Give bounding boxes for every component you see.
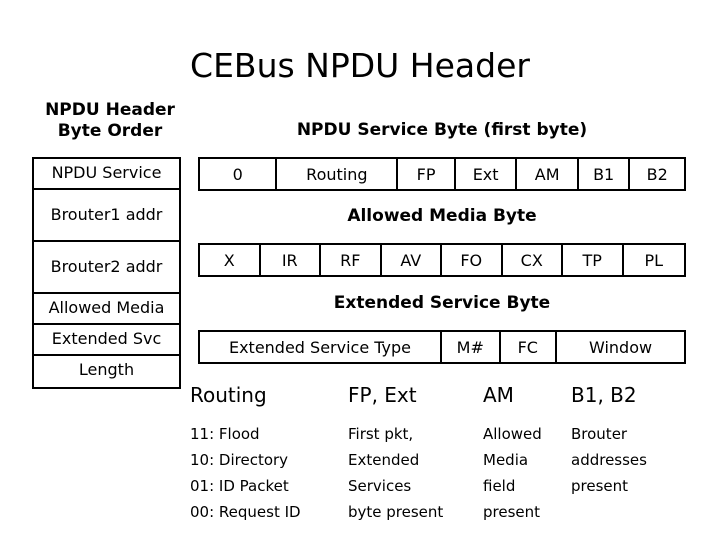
service-field-b1: B1	[579, 159, 631, 189]
legend-line: Extended	[348, 451, 420, 469]
legend-column-routing: Routing 11: Flood 10: Directory 01: ID P…	[190, 383, 348, 525]
extended-service-byte-title: Extended Service Byte	[333, 293, 551, 313]
ext-field-window: Window	[588, 337, 653, 357]
stack-cell-npdu-service: NPDU Service	[34, 159, 179, 190]
service-field-routing: Routing	[277, 159, 399, 189]
legend-head-b1-b2: B1, B2	[571, 383, 637, 407]
stack-cell-allowed-media: Allowed Media	[34, 294, 179, 325]
service-field-b2: B2	[646, 164, 668, 184]
legend-line: field	[483, 477, 516, 495]
service-field-fp: FP	[398, 159, 456, 189]
page-title: CEBus NPDU Header	[190, 46, 530, 85]
service-byte-row: 0 Routing FP Ext AM B1 B2	[198, 157, 686, 191]
media-field-cx: CX	[503, 245, 563, 275]
legend-line: 00: Request ID	[190, 503, 301, 521]
legend-line: present	[571, 477, 629, 495]
ext-field-type: Extended Service Type	[200, 332, 442, 362]
media-field-x: X	[200, 245, 261, 275]
stack-cell-length: Length	[34, 356, 179, 387]
legend-line: addresses	[571, 451, 647, 469]
byte-order-stack: NPDU Service Brouter1 addr Brouter2 addr…	[32, 157, 181, 389]
service-byte-title: NPDU Service Byte (first byte)	[296, 120, 588, 140]
legend-column-am: AM Allowed Media field present	[483, 383, 571, 525]
media-field-tp: TP	[563, 245, 624, 275]
media-field-pl: PL	[644, 250, 664, 270]
legend-head-routing: Routing	[190, 383, 267, 407]
service-field-am: AM	[517, 159, 579, 189]
legend-line: 10: Directory	[190, 451, 289, 469]
legend-line: 11: Flood	[190, 425, 260, 443]
legend-line: First pkt,	[348, 425, 414, 443]
legend-line: Media	[483, 451, 529, 469]
allowed-media-byte-row: X IR RF AV FO CX TP PL	[198, 243, 686, 277]
extended-service-byte-row: Extended Service Type M# FC Window	[198, 330, 686, 364]
media-field-av: AV	[382, 245, 442, 275]
legend: Routing 11: Flood 10: Directory 01: ID P…	[190, 383, 710, 525]
legend-line: present	[483, 503, 541, 521]
allowed-media-byte-title: Allowed Media Byte	[347, 206, 537, 226]
ext-field-fc: FC	[501, 332, 558, 362]
legend-column-b1-b2: B1, B2 Brouter addresses present	[571, 383, 701, 525]
legend-line: byte present	[348, 503, 444, 521]
byte-order-label-line1: NPDU Header	[45, 100, 175, 120]
legend-head-am: AM	[483, 383, 514, 407]
media-field-ir: IR	[261, 245, 321, 275]
stack-cell-extended-svc: Extended Svc	[34, 325, 179, 356]
service-field-zero: 0	[200, 159, 278, 189]
stack-cell-brouter1-addr: Brouter1 addr	[34, 190, 179, 242]
stack-cell-brouter2-addr: Brouter2 addr	[34, 242, 179, 294]
legend-line: Brouter	[571, 425, 628, 443]
service-field-ext: Ext	[456, 159, 518, 189]
legend-line: Allowed	[483, 425, 542, 443]
legend-head-fp-ext: FP, Ext	[348, 383, 417, 407]
legend-line: Services	[348, 477, 412, 495]
byte-order-label-line2: Byte Order	[57, 121, 163, 141]
media-field-fo: FO	[442, 245, 503, 275]
slide-canvas: CEBus NPDU Header NPDU Header Byte Order…	[0, 0, 720, 540]
media-field-rf: RF	[321, 245, 382, 275]
legend-line: 01: ID Packet	[190, 477, 289, 495]
legend-column-fp-ext: FP, Ext First pkt, Extended Services byt…	[348, 383, 483, 525]
ext-field-mnum: M#	[442, 332, 501, 362]
byte-order-label: NPDU Header Byte Order	[35, 100, 185, 142]
